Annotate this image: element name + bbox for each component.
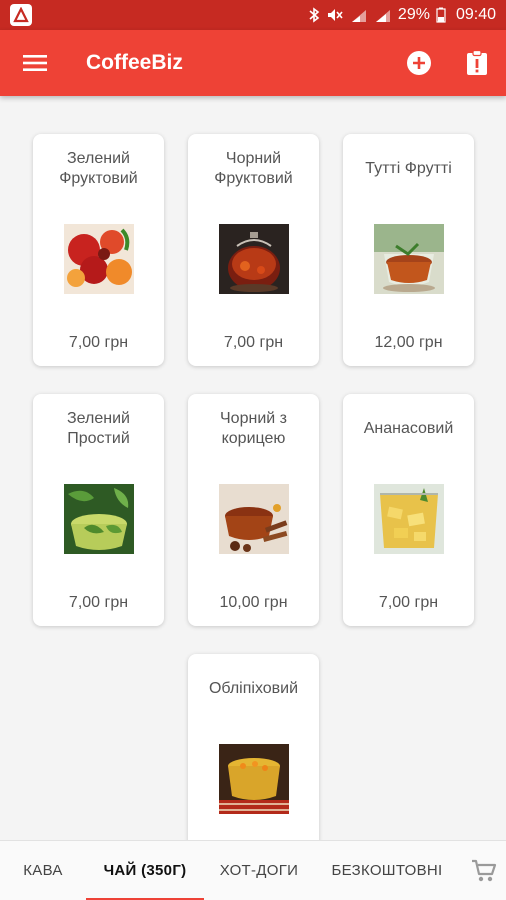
product-name: Обліпіховий: [208, 680, 299, 697]
product-image-black-fruit-tea: [219, 224, 289, 294]
product-image-tutti-frutti-tea: [374, 224, 444, 294]
product-name: Тутті Фрутті: [365, 160, 452, 177]
product-card[interactable]: Зелений Фруктовий 7,00 грн: [33, 134, 164, 366]
product-card[interactable]: Чорний з корицею 10,00 грн: [188, 394, 319, 626]
product-card[interactable]: Ананасовий 7,00 грн: [343, 394, 474, 626]
product-card[interactable]: Зелений Простий 7,00 грн: [33, 394, 164, 626]
product-price: 12,00 грн: [374, 334, 443, 351]
mute-icon: [326, 7, 344, 23]
cart-icon: [472, 859, 497, 881]
product-card[interactable]: Тутті Фрутті 12,00 грн: [343, 134, 474, 366]
product-price: 7,00 грн: [223, 334, 284, 351]
tab-coffee[interactable]: КАВА: [0, 841, 86, 900]
signal-icon-2: [374, 7, 392, 23]
battery-icon: [436, 7, 446, 23]
product-image-pineapple-tea: [374, 484, 444, 554]
product-grid: Зелений Фруктовий 7,00 грн Чорний Фрукто…: [0, 96, 506, 840]
bluetooth-icon: [308, 7, 320, 23]
signal-icon-1: [350, 7, 368, 23]
menu-icon: [23, 55, 47, 71]
cart-button[interactable]: [462, 841, 506, 900]
report-button[interactable]: [448, 30, 506, 96]
add-button[interactable]: [390, 30, 448, 96]
product-price: 7,00 грн: [378, 594, 439, 611]
product-image-green-fruit-tea: [64, 224, 134, 294]
menu-button[interactable]: [0, 30, 70, 96]
tab-hot-dogs[interactable]: ХОТ-ДОГИ: [204, 841, 314, 900]
product-card[interactable]: Чорний Фруктовий 7,00 грн: [188, 134, 319, 366]
status-bar: 29% 09:40: [0, 0, 506, 30]
status-time: 09:40: [455, 6, 496, 23]
product-name: Ананасовий: [363, 420, 454, 437]
clipboard-alert-icon: [467, 50, 487, 75]
tab-tea[interactable]: ЧАЙ (350Г): [86, 841, 204, 900]
tab-free[interactable]: БЕЗКОШТОВНІ: [314, 841, 460, 900]
product-image-cinnamon-tea: [219, 484, 289, 554]
product-name: Зелений Фруктовий: [59, 150, 138, 187]
product-price: 7,00 грн: [68, 594, 129, 611]
product-name: Чорний Фруктовий: [214, 150, 293, 187]
product-price: 7,00 грн: [68, 334, 129, 351]
product-name: Чорний з корицею: [220, 410, 287, 447]
battery-percent: 29%: [397, 6, 430, 23]
product-image-green-plain-tea: [64, 484, 134, 554]
app-bar: CoffeeBiz: [0, 30, 506, 96]
product-price: 10,00 грн: [219, 594, 288, 611]
product-card[interactable]: Обліпіховий: [188, 654, 319, 840]
add-circle-icon: [407, 51, 431, 75]
app-notification-icon: [10, 4, 32, 26]
product-name: Зелений Простий: [67, 410, 130, 447]
product-image-sea-buckthorn-tea: [219, 744, 289, 814]
category-tabs: КАВА ЧАЙ (350Г) ХОТ-ДОГИ БЕЗКОШТОВНІ: [0, 840, 506, 900]
app-title: CoffeeBiz: [86, 51, 183, 74]
